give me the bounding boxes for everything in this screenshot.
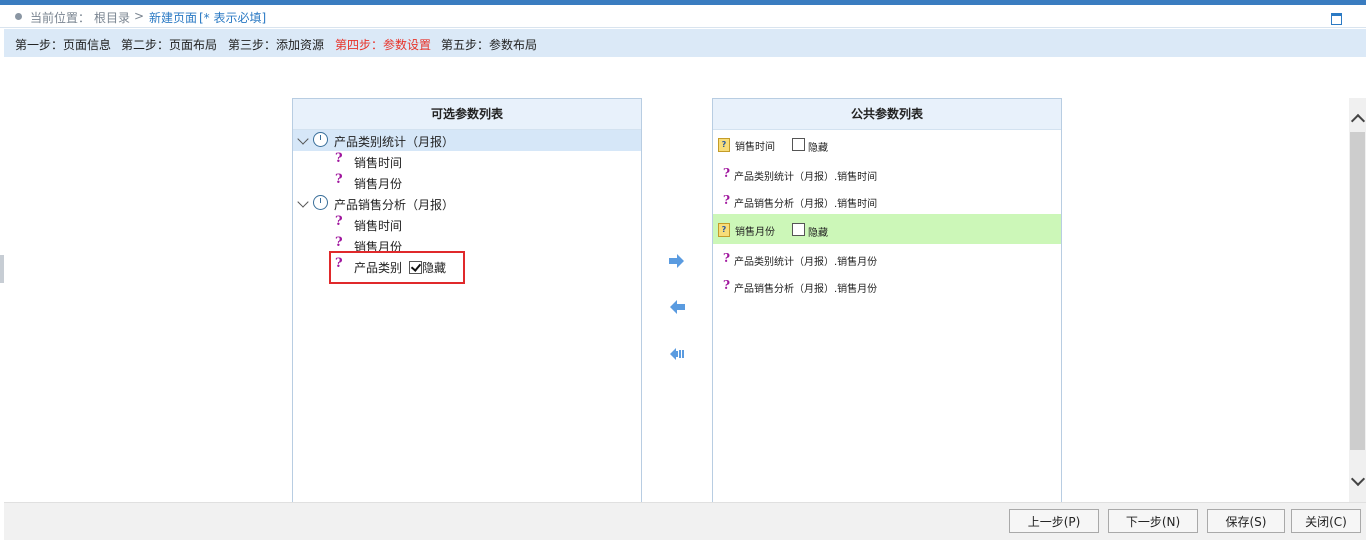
scroll-down-icon[interactable] — [1350, 471, 1366, 487]
arrow-left-all-icon[interactable] — [668, 347, 686, 361]
tree-item[interactable]: ? 销售月份 — [293, 172, 641, 193]
tree-item[interactable]: ? 销售时间 — [293, 151, 641, 172]
location-dot-icon — [15, 13, 22, 20]
hide-label: 隐藏 — [808, 143, 828, 154]
close-button[interactable]: 关闭(C) — [1291, 509, 1361, 533]
question-icon: ? — [723, 166, 731, 180]
question-icon: ? — [335, 151, 343, 166]
breadcrumb-root[interactable]: 根目录 — [94, 9, 130, 26]
breadcrumb-separator: > — [134, 9, 145, 23]
tree-item-label: 销售时间 — [354, 156, 403, 170]
tree-group-label: 产品销售分析（月报） — [334, 198, 455, 212]
param-ref-row[interactable]: ? 产品类别统计（月报）.销售月份 — [713, 248, 1061, 270]
hide-checkbox[interactable] — [792, 138, 805, 151]
clock-icon — [313, 195, 328, 210]
param-row[interactable]: ? 销售时间 隐藏 — [713, 130, 1061, 158]
step-5[interactable]: 第五步：参数布局 — [441, 36, 537, 53]
param-ref-label: 产品类别统计（月报）.销售月份 — [734, 257, 878, 268]
step-4[interactable]: 第四步：参数设置 — [335, 36, 431, 53]
arrow-left-icon[interactable] — [668, 300, 686, 314]
param-ref-label: 产品销售分析（月报）.销售月份 — [734, 284, 878, 295]
question-icon: ? — [335, 214, 343, 229]
param-row[interactable]: ? 销售月份 隐藏 — [713, 214, 1061, 244]
footer-bar: 上一步(P) 下一步(N) 保存(S) 关闭(C) — [4, 502, 1366, 540]
question-icon: ? — [335, 172, 343, 187]
optional-params-panel: 可选参数列表 产品类别统计（月报） ? 销售时间 ? 销售月份 产品销售分析（月… — [292, 98, 642, 504]
vertical-scrollbar[interactable] — [1349, 98, 1366, 502]
param-label: 销售时间 — [735, 142, 775, 153]
hide-checkbox[interactable] — [792, 223, 805, 236]
step-1[interactable]: 第一步：页面信息 — [15, 36, 111, 53]
param-ref-label: 产品销售分析（月报）.销售时间 — [734, 199, 878, 210]
save-button[interactable]: 保存(S) — [1207, 509, 1285, 533]
param-ref-row[interactable]: ? 产品销售分析（月报）.销售月份 — [713, 275, 1061, 297]
maximize-icon[interactable] — [1331, 13, 1342, 25]
tree-group-2[interactable]: 产品销售分析（月报） — [293, 193, 641, 214]
highlight-box — [329, 251, 465, 284]
chevron-down-icon[interactable] — [297, 196, 309, 208]
tree-item-label: 销售时间 — [354, 219, 403, 233]
location-label: 当前位置： — [30, 11, 91, 25]
param-ref-label: 产品类别统计（月报）.销售时间 — [734, 172, 878, 183]
tree-group-label: 产品类别统计（月报） — [334, 135, 455, 149]
clock-icon — [313, 132, 328, 147]
question-icon: ? — [723, 193, 731, 207]
tree-item[interactable]: ? 销售时间 — [293, 214, 641, 235]
param-label: 销售月份 — [735, 227, 775, 238]
optional-params-title: 可选参数列表 — [293, 99, 641, 130]
param-icon: ? — [718, 138, 730, 152]
arrow-right-icon[interactable] — [668, 254, 686, 268]
question-icon: ? — [335, 235, 343, 250]
breadcrumb: 当前位置： 根目录 > 新建页面 [* 表示必填] — [0, 5, 1366, 28]
prev-button[interactable]: 上一步(P) — [1009, 509, 1099, 533]
scroll-up-icon[interactable] — [1350, 113, 1366, 129]
tree-group-1[interactable]: 产品类别统计（月报） — [293, 130, 641, 151]
public-params-title: 公共参数列表 — [713, 99, 1061, 130]
wizard-steps: 第一步：页面信息 第二步：页面布局 第三步：添加资源 第四步：参数设置 第五步：… — [4, 29, 1366, 57]
step-3[interactable]: 第三步：添加资源 — [228, 36, 324, 53]
required-hint: [* 表示必填] — [199, 11, 267, 25]
param-ref-row[interactable]: ? 产品类别统计（月报）.销售时间 — [713, 163, 1061, 185]
tree-item-label: 销售月份 — [354, 177, 403, 191]
breadcrumb-current: 新建页面 — [149, 11, 198, 25]
chevron-down-icon[interactable] — [297, 133, 309, 145]
question-icon: ? — [723, 278, 731, 292]
public-params-panel: 公共参数列表 ? 销售时间 隐藏 ? 产品类别统计（月报）.销售时间 ? 产品销… — [712, 98, 1062, 504]
param-ref-row[interactable]: ? 产品销售分析（月报）.销售时间 — [713, 190, 1061, 212]
param-icon: ? — [718, 223, 730, 237]
next-button[interactable]: 下一步(N) — [1108, 509, 1198, 533]
step-2[interactable]: 第二步：页面布局 — [121, 36, 217, 53]
side-collapse-handle[interactable] — [0, 255, 4, 283]
scrollbar-thumb[interactable] — [1350, 132, 1365, 450]
hide-label: 隐藏 — [808, 228, 828, 239]
question-icon: ? — [723, 251, 731, 265]
